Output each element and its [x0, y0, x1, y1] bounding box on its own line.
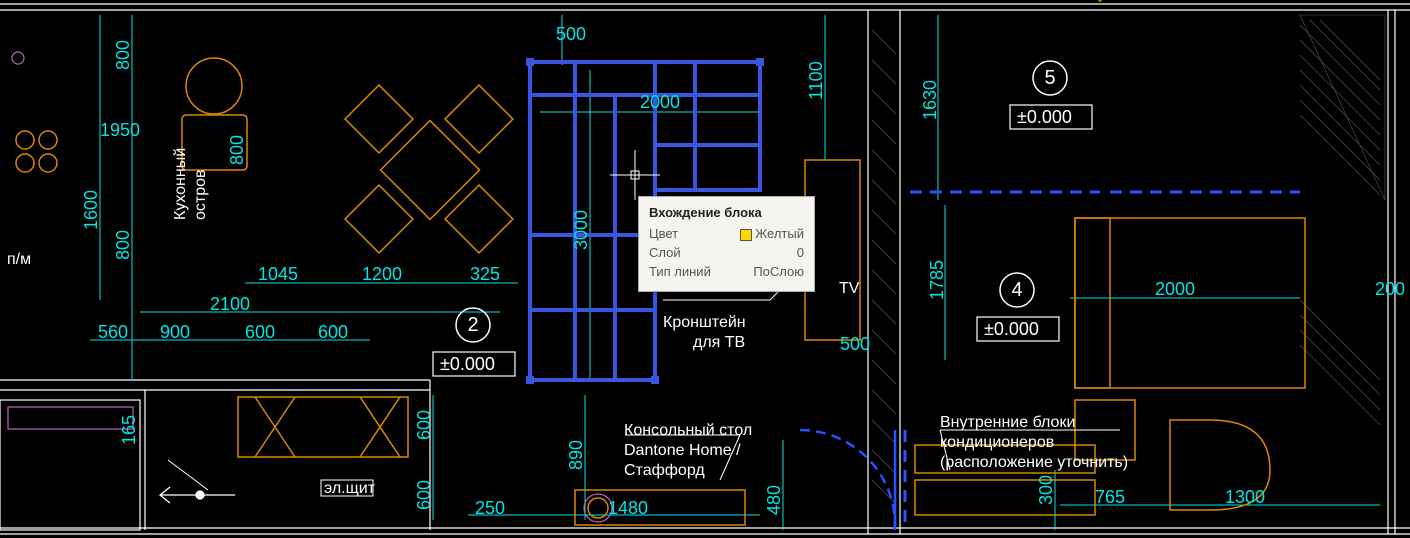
- label-kitchen-island-2: остров: [192, 169, 209, 220]
- arrow-symbol: [160, 487, 235, 503]
- dim-1300: 1300: [1225, 487, 1265, 507]
- label-bracket-1: Кронштейн: [663, 314, 746, 331]
- dim-1480: 1480: [608, 498, 648, 518]
- label-ac-1: Внутренние блоки: [940, 414, 1075, 431]
- label-ac-2: кондиционеров: [940, 434, 1054, 451]
- tooltip-row-color: Цвет Желтый: [649, 226, 804, 241]
- dim-900: 900: [160, 322, 190, 342]
- dim-800a: 800: [113, 40, 133, 70]
- dim-1785: 1785: [927, 260, 947, 300]
- dim-1100: 1100: [806, 61, 826, 100]
- tooltip-title: Вхождение блока: [649, 205, 804, 220]
- dim-890: 890: [566, 440, 586, 470]
- room-tag-4: 4 ±0.000: [977, 273, 1059, 341]
- dim-3000: 3000: [571, 210, 591, 250]
- label-tv: TV: [839, 280, 860, 297]
- dim-300: 300: [1036, 475, 1056, 505]
- svg-text:2: 2: [467, 314, 478, 336]
- dim-2100: 2100: [210, 294, 250, 314]
- color-swatch-icon: [740, 229, 752, 241]
- tooltip-row-layer: Слой0: [649, 245, 804, 260]
- label-elsch: эл.щит: [324, 480, 376, 497]
- dim-325: 325: [470, 264, 500, 284]
- dim-600a: 600: [245, 322, 275, 342]
- block-info-tooltip: Вхождение блока Цвет Желтый Слой0 Тип ли…: [638, 196, 815, 292]
- dim-800b: 800: [227, 135, 247, 165]
- label-ac-3: (расположение уточнить): [940, 454, 1128, 471]
- svg-text:±0.000: ±0.000: [1017, 107, 1072, 127]
- svg-text:±0.000: ±0.000: [440, 354, 495, 374]
- label-pm: п/м: [7, 251, 31, 268]
- label-console-3: Стаффорд: [624, 462, 705, 479]
- label-console-2: Dantone Home /: [624, 442, 741, 459]
- dim-2000b: 2000: [1155, 279, 1195, 299]
- dim-1630: 1630: [920, 80, 940, 120]
- dim-600b: 600: [318, 322, 348, 342]
- svg-text:4: 4: [1011, 279, 1022, 301]
- room-tag-2: 2 ±0.000: [433, 308, 515, 376]
- dim-2000a: 2000: [640, 92, 680, 112]
- crosshair-cursor: [610, 150, 660, 200]
- dim-600d: 600: [414, 480, 434, 510]
- dim-165: 165: [119, 415, 139, 445]
- dim-200: 200: [1375, 279, 1405, 299]
- dim-560: 560: [98, 322, 128, 342]
- dim-1045: 1045: [258, 264, 298, 284]
- label-console-1: Консольный стол: [624, 422, 752, 439]
- dim-500b: 500: [840, 334, 870, 354]
- dim-250: 250: [475, 498, 505, 518]
- dim-765: 765: [1095, 487, 1125, 507]
- dim-480: 480: [764, 485, 784, 515]
- tooltip-row-linetype: Тип линийПоСлою: [649, 264, 804, 279]
- room-tag-5: 5 ±0.000: [1010, 61, 1092, 129]
- label-kitchen-island-1: Кухонный: [172, 148, 189, 220]
- dim-1200: 1200: [362, 264, 402, 284]
- svg-text:±0.000: ±0.000: [984, 319, 1039, 339]
- dim-1600: 1600: [81, 190, 101, 230]
- dim-800c: 800: [113, 230, 133, 260]
- label-bracket-2: для ТВ: [693, 334, 745, 351]
- dim-600c: 600: [414, 410, 434, 440]
- dim-500: 500: [556, 24, 586, 44]
- dim-1950: 1950: [100, 120, 140, 140]
- svg-text:5: 5: [1044, 67, 1055, 89]
